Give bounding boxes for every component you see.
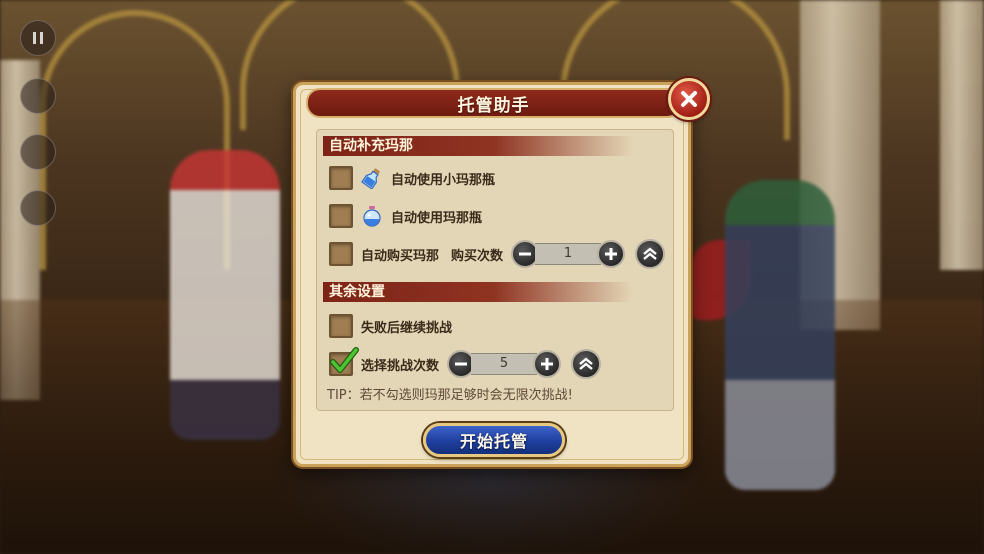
check-icon bbox=[330, 347, 359, 373]
mana-potion-icon bbox=[363, 206, 381, 227]
option-label-small-mana-potion: 自动使用小玛那瓶 bbox=[391, 172, 496, 188]
buy-count-label: 购买次数 bbox=[451, 248, 504, 264]
close-icon bbox=[681, 91, 697, 107]
minus-icon bbox=[455, 362, 468, 366]
start-auto-battle-button[interactable]: 开始托管 bbox=[423, 423, 565, 457]
hud-button[interactable] bbox=[20, 190, 56, 226]
buy-count-stepper: 1 bbox=[511, 240, 626, 268]
option-label-challenge-count: 选择挑战次数 bbox=[361, 358, 440, 374]
double-chevron-up-icon bbox=[643, 247, 657, 260]
hall-pillar bbox=[940, 0, 984, 270]
hud-button[interactable] bbox=[20, 78, 56, 114]
green-haired-character bbox=[725, 180, 835, 490]
buy-count-max-button[interactable] bbox=[635, 239, 666, 269]
option-label-buy-mana: 自动购买玛那 bbox=[361, 248, 440, 264]
checkbox-small-mana-potion[interactable] bbox=[329, 166, 353, 190]
plus-icon bbox=[541, 358, 554, 370]
option-row-continue-after-fail: 失败后继续挑战 bbox=[329, 312, 452, 340]
challenge-count-value[interactable]: 5 bbox=[471, 353, 538, 375]
checkbox-mana-potion[interactable] bbox=[329, 204, 353, 228]
option-label-mana-potion: 自动使用玛那瓶 bbox=[391, 210, 483, 226]
option-label-continue-after-fail: 失败后继续挑战 bbox=[361, 320, 453, 336]
small-mana-potion-icon bbox=[361, 168, 380, 189]
option-row-mana-potion: 自动使用玛那瓶 bbox=[329, 202, 482, 230]
option-row-buy-mana: 自动购买玛那 购买次数 1 bbox=[329, 239, 666, 269]
checkbox-buy-mana[interactable] bbox=[329, 242, 353, 266]
pause-icon bbox=[33, 32, 43, 44]
pause-button[interactable] bbox=[20, 20, 56, 56]
dialog-title: 托管助手 bbox=[457, 95, 530, 116]
challenge-count-max-button[interactable] bbox=[571, 349, 602, 379]
dialog-content: 自动补充玛那 自动使用小玛那瓶 自动使用玛那瓶 自动购买玛那 购买次数 1 其余… bbox=[316, 129, 674, 411]
checkbox-challenge-count[interactable] bbox=[329, 347, 359, 376]
red-haired-character bbox=[170, 150, 280, 440]
challenge-count-stepper: 5 bbox=[447, 350, 562, 378]
close-button[interactable] bbox=[668, 78, 710, 120]
dialog-title-bar: 托管助手 bbox=[306, 88, 681, 118]
start-button-label: 开始托管 bbox=[459, 432, 528, 451]
challenge-count-increment-button[interactable] bbox=[533, 350, 562, 378]
double-chevron-up-icon bbox=[579, 357, 593, 370]
checkbox-continue-after-fail[interactable] bbox=[329, 314, 353, 338]
buy-count-value[interactable]: 1 bbox=[535, 243, 602, 265]
buy-count-increment-button[interactable] bbox=[597, 240, 626, 268]
option-row-small-mana-potion: 自动使用小玛那瓶 bbox=[329, 164, 495, 192]
auto-battle-dialog: 托管助手 自动补充玛那 自动使用小玛那瓶 自动使用玛那瓶 自动购买玛那 购买次数… bbox=[293, 82, 691, 467]
plus-icon bbox=[605, 248, 618, 260]
section-heading-other-settings: 其余设置 bbox=[323, 282, 633, 302]
minus-icon bbox=[519, 252, 532, 256]
section-heading-mana: 自动补充玛那 bbox=[323, 136, 633, 156]
hud-button[interactable] bbox=[20, 134, 56, 170]
tip-text: TIP：若不勾选则玛那足够时会无限次挑战! bbox=[327, 388, 573, 403]
option-row-challenge-count: 选择挑战次数 5 bbox=[329, 347, 602, 379]
